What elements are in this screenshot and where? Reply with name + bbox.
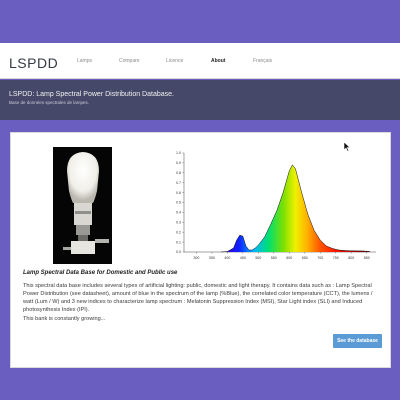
- x-tick-label: 800: [348, 256, 354, 260]
- x-tick-label: 350: [209, 256, 215, 260]
- y-tick-label: 0.2: [176, 230, 181, 234]
- x-tick-label: 850: [364, 256, 370, 260]
- banner-subtitle: Base de données spectrales de lampes.: [9, 100, 90, 105]
- section-heading: Lamp Spectral Data Base for Domestic and…: [23, 270, 178, 276]
- y-tick-label: 0.6: [176, 191, 181, 195]
- x-tick-label: 700: [317, 256, 323, 260]
- nav-link-compare[interactable]: Compare: [119, 58, 140, 64]
- x-tick-label: 600: [286, 256, 292, 260]
- nav-link-lamps[interactable]: Lamps: [77, 58, 92, 64]
- brand-logo[interactable]: LSPDD: [9, 55, 58, 71]
- see-database-button[interactable]: See the database: [333, 334, 382, 348]
- x-tick-label: 550: [271, 256, 277, 260]
- description-paragraph: This spectral data base includes several…: [23, 283, 373, 313]
- growing-note: This bank is constantly growing...: [23, 316, 106, 322]
- chart-area: [221, 164, 370, 253]
- nav-link-about[interactable]: About: [211, 58, 225, 64]
- top-navbar: LSPDD Lamps Compare Licence About França…: [0, 43, 400, 79]
- chart-x-ticks: 300 350 400 450 500 550 600 650 700 750 800 850: [193, 252, 370, 260]
- x-tick-label: 500: [255, 256, 261, 260]
- nav-link-licence[interactable]: Licence: [166, 58, 183, 64]
- y-tick-label: 0.4: [176, 211, 181, 215]
- banner-title: LSPDD: Lamp Spectral Power Distribution …: [9, 91, 174, 98]
- chart-y-ticks: 1.0 0.9 0.8 0.7 0.6 0.5 0.4 0.3 0.2 0.1 0.0: [176, 151, 184, 254]
- x-tick-label: 450: [240, 256, 246, 260]
- y-tick-label: 0.8: [176, 171, 181, 175]
- y-tick-label: 0.0: [176, 250, 181, 254]
- spectral-power-chart: 300 350 400 450 500 550 600 650 700 750 800 850 1.0…: [176, 151, 376, 260]
- x-tick-label: 400: [224, 256, 230, 260]
- arrow-cursor-icon: [343, 139, 352, 157]
- x-tick-label: 750: [333, 256, 339, 260]
- y-tick-label: 0.1: [176, 240, 181, 244]
- y-tick-label: 1.0: [176, 151, 181, 155]
- page-banner: LSPDD: Lamp Spectral Power Distribution …: [0, 80, 400, 120]
- x-tick-label: 650: [302, 256, 308, 260]
- y-tick-label: 0.3: [176, 221, 181, 225]
- x-tick-label: 300: [193, 256, 199, 260]
- y-tick-label: 0.9: [176, 161, 181, 165]
- led-bulb-photo: [53, 147, 112, 264]
- y-tick-label: 0.5: [176, 201, 181, 205]
- y-tick-label: 0.7: [176, 181, 181, 185]
- nav-link-francais[interactable]: Français: [253, 58, 272, 64]
